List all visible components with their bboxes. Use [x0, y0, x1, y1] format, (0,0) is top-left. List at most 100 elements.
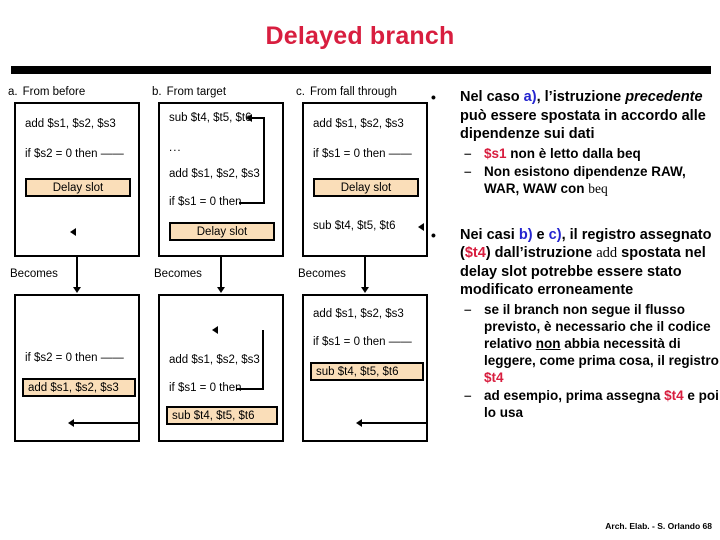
sub-bullet-1-2-text: Non esistono dipendenze RAW, WAR, WAW co… — [484, 163, 686, 196]
bullet-icon: • — [431, 89, 436, 105]
highlighted-code-line: sub $t4, $t5, $t6 — [310, 362, 424, 381]
column-b-caption-text: From target — [166, 86, 227, 98]
slide-footer: Arch. Elab. - S. Orlando 68 — [605, 521, 712, 531]
connector-line — [239, 202, 265, 204]
code-line: add $s1, $s2, $s3 — [313, 308, 404, 320]
bullet-2-part4: ) dall’istruzione — [485, 245, 597, 261]
code-line: if $s1 = 0 then — [169, 196, 242, 208]
bullet-1: • Nel caso a), l’istruzione precedente pu… — [428, 88, 720, 144]
column-c-letter: c. — [296, 86, 305, 98]
column-b-caption: b. From target — [152, 86, 226, 98]
arrow-down-icon — [217, 287, 225, 293]
highlighted-code-line: add $s1, $s2, $s3 — [22, 378, 136, 397]
explanation-text-column: • Nel caso a), l’istruzione precedente pu… — [428, 88, 720, 421]
bullet-1-part1: Nel caso — [460, 89, 524, 105]
column-b-becomes-label: Becomes — [154, 268, 202, 280]
code-line: ... — [169, 142, 182, 154]
column-c-bottom-box: add $s1, $s2, $s3 if $s1 = 0 then —— sub… — [302, 294, 428, 442]
instruction-beq: beq — [588, 180, 608, 196]
dash-icon: – — [464, 387, 472, 403]
delay-slot-box: Delay slot — [313, 178, 419, 197]
arrow-left-icon — [418, 223, 424, 231]
bullet-2-part2: e — [532, 226, 549, 243]
code-line: sub $t4, $t5, $t6 — [169, 112, 252, 124]
case-c-label: c) — [548, 226, 562, 243]
column-c-caption: c. From fall through — [296, 86, 397, 98]
connector-line — [236, 388, 264, 390]
code-line: add $s1, $s2, $s3 — [25, 118, 116, 130]
case-b-label: b) — [518, 226, 533, 243]
bullet-1-emphasis: precedente — [625, 89, 703, 105]
code-line: if $s1 = 0 then —— — [313, 336, 412, 348]
sub-bullet-1-2: – Non esistono dipendenze RAW, WAR, WAW c… — [428, 163, 720, 197]
diagram-column-a: a. From before add $s1, $s2, $s3 if $s2 =… — [8, 86, 148, 456]
code-line: if $s1 = 0 then —— — [313, 148, 412, 160]
connector-line — [362, 422, 426, 424]
code-line: if $s2 = 0 then —— — [25, 148, 124, 160]
code-line: add $s1, $s2, $s3 — [313, 118, 404, 130]
arrow-down-icon — [361, 287, 369, 293]
register-t4: $t4 — [484, 369, 504, 385]
arrow-left-icon — [68, 419, 74, 427]
instruction-add: add — [596, 245, 618, 261]
sub-bullet-2-2: – ad esempio, prima assegna $t4 e poi lo … — [428, 387, 720, 421]
register-s1: $s1 — [484, 145, 507, 161]
case-a-label: a) — [523, 89, 537, 105]
column-a-top-box: add $s1, $s2, $s3 if $s2 = 0 then —— Del… — [14, 102, 140, 257]
connector-line — [364, 257, 366, 289]
page-title: Delayed branch — [265, 22, 455, 50]
dash-icon: – — [464, 301, 472, 317]
column-a-bottom-box: if $s2 = 0 then —— add $s1, $s2, $s3 — [14, 294, 140, 442]
dash-icon: – — [464, 163, 472, 179]
arrow-down-icon — [73, 287, 81, 293]
arrow-left-icon — [246, 114, 252, 122]
bullet-1-part3: può essere spostata in accordo alle dipe… — [460, 107, 706, 143]
arrow-left-icon — [212, 326, 218, 334]
connector-line — [252, 117, 265, 119]
dash-icon: – — [464, 145, 472, 161]
sub-bullet-1-1: – $s1 non è letto dalla beq — [428, 145, 720, 162]
connector-line — [262, 330, 264, 390]
column-a-becomes-label: Becomes — [10, 268, 58, 280]
bullet-icon: • — [431, 226, 436, 243]
code-line: if $s2 = 0 then —— — [25, 352, 124, 364]
connector-line — [263, 118, 265, 204]
sub-bullet-2-2-part1: ad esempio, prima assegna — [484, 387, 665, 403]
code-line: if $s1 = 0 then — [169, 382, 242, 394]
title-divider — [11, 66, 711, 74]
connector-line — [220, 257, 222, 289]
delay-slot-box: Delay slot — [25, 178, 131, 197]
bullet-block-1: • Nel caso a), l’istruzione precedente pu… — [428, 88, 720, 197]
connector-line — [74, 422, 138, 424]
diagram-column-b: b. From target sub $t4, $t5, $t6 ... add … — [152, 86, 292, 456]
delay-slot-box: Delay slot — [169, 222, 275, 241]
connector-line — [76, 257, 78, 289]
arrow-left-icon — [356, 419, 362, 427]
delayed-branch-diagram: a. From before add $s1, $s2, $s3 if $s2 =… — [0, 86, 430, 456]
bullet-2: • Nei casi b) e c), il registro assegnato… — [428, 226, 720, 300]
bullet-1-part2: , l’istruzione — [536, 89, 626, 105]
register-t4: $t4 — [464, 245, 486, 261]
code-line: add $s1, $s2, $s3 — [169, 354, 260, 366]
column-a-caption: a. From before — [8, 86, 85, 98]
diagram-column-c: c. From fall through add $s1, $s2, $s3 if… — [296, 86, 436, 456]
sub-bullet-2-1: – se il branch non segue il flusso previs… — [428, 301, 720, 386]
column-b-bottom-box: add $s1, $s2, $s3 if $s1 = 0 then sub $t… — [158, 294, 284, 442]
column-a-letter: a. — [8, 86, 18, 98]
arrow-left-icon — [70, 228, 76, 236]
column-c-becomes-label: Becomes — [298, 268, 346, 280]
bullet-block-2: • Nei casi b) e c), il registro assegnato… — [428, 226, 720, 421]
code-line: sub $t4, $t5, $t6 — [313, 220, 396, 232]
highlighted-code-line: sub $t4, $t5, $t6 — [166, 406, 278, 425]
column-c-caption-text: From fall through — [309, 86, 397, 98]
sub-bullet-1-1-text: non è letto dalla beq — [506, 145, 641, 161]
bullet-2-part1: Nei casi — [460, 226, 519, 243]
emphasis-non: non — [535, 335, 561, 351]
column-b-letter: b. — [152, 86, 162, 98]
column-b-top-box: sub $t4, $t5, $t6 ... add $s1, $s2, $s3 … — [158, 102, 284, 257]
column-c-top-box: add $s1, $s2, $s3 if $s1 = 0 then —— Del… — [302, 102, 428, 257]
column-a-caption-text: From before — [22, 86, 86, 98]
code-line: add $s1, $s2, $s3 — [169, 168, 260, 180]
register-t4: $t4 — [664, 387, 684, 403]
